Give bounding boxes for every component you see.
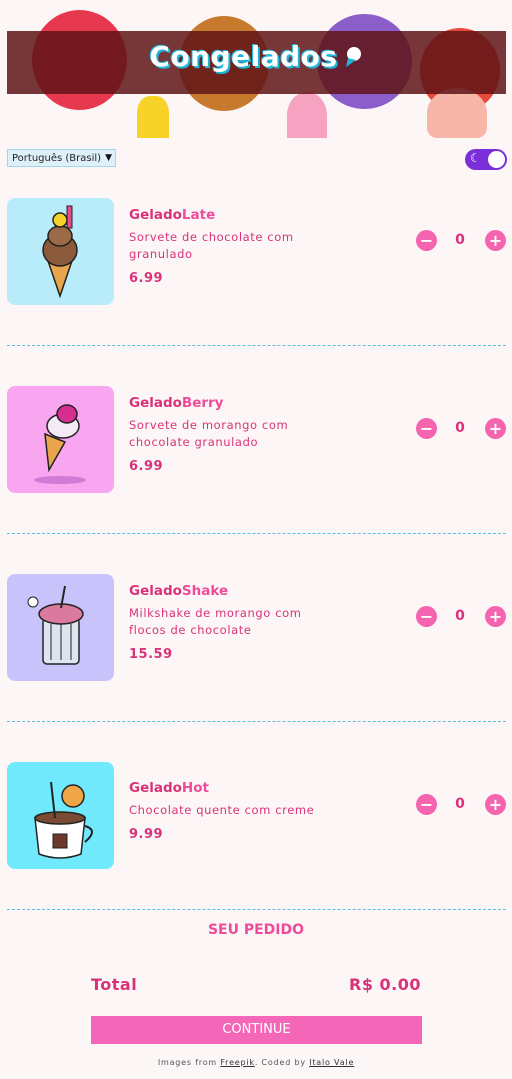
page-title: Congelados [7,40,506,73]
character-illustration [427,88,487,138]
footer-credits: Images from Freepik. Coded by Italo Vale [0,1058,512,1067]
footer-text: Images from [157,1058,221,1067]
milkshake-cup-illustration [27,585,84,665]
decrease-quantity-button[interactable]: − [416,230,437,251]
increase-quantity-button[interactable]: + [485,418,506,439]
product-price: 6.99 [129,271,164,286]
chevron-down-icon: ▼ [105,153,112,163]
language-select-value: Português (Brasil) [12,152,102,164]
dark-mode-toggle[interactable]: ☾ [465,149,507,170]
product-image [7,198,114,305]
product-name: GeladoLate [129,207,216,223]
product-item: GeladoBerry Sorvete de morango com choco… [7,386,506,494]
increase-quantity-button[interactable]: + [485,606,506,627]
language-select[interactable]: Português (Brasil) ▼ [7,149,116,167]
product-divider [7,533,506,534]
banner: Congelados [7,0,506,138]
product-price: 15.59 [129,647,173,662]
ice-cream-cone-illustration [34,404,86,484]
product-name: GeladoHot [129,780,209,796]
candy-illustration [137,96,169,138]
quantity-value: 0 [455,232,465,248]
product-image [7,386,114,493]
quantity-value: 0 [455,796,465,812]
ice-cream-cone-illustration [42,205,78,299]
continue-button[interactable]: CONTINUE [91,1016,422,1044]
product-item: GeladoShake Milkshake de morango com flo… [7,574,506,682]
total-value: R$ 0.00 [349,975,421,994]
hot-chocolate-cup-illustration [34,781,93,859]
product-description: Sorvete de morango com chocolate granula… [129,418,289,449]
total-label: Total [91,975,138,994]
ice-cream-icon [345,47,361,67]
order-title: SEU PEDIDO [207,922,305,938]
quantity-value: 0 [455,420,465,436]
product-description: Chocolate quente com creme [129,803,315,817]
candy-illustration [287,92,327,138]
product-image [7,762,114,869]
product-item: GeladoLate Sorvete de chocolate com gran… [7,198,506,306]
decrease-quantity-button[interactable]: − [416,418,437,439]
product-name: GeladoBerry [129,395,224,411]
product-description: Sorvete de chocolate com granulado [129,230,294,261]
product-divider [7,909,506,910]
footer-text: . Coded by [254,1058,310,1067]
increase-quantity-button[interactable]: + [485,794,506,815]
toggle-knob [488,151,505,168]
moon-icon: ☾ [470,151,481,165]
quantity-value: 0 [455,608,465,624]
author-link[interactable]: Italo Vale [309,1058,354,1067]
product-image [7,574,114,681]
product-divider [7,721,506,722]
page-title-text: Congelados [149,40,338,73]
product-description: Milkshake de morango com flocos de choco… [129,606,302,637]
product-name: GeladoShake [129,583,229,599]
increase-quantity-button[interactable]: + [485,230,506,251]
decrease-quantity-button[interactable]: − [416,606,437,627]
product-price: 9.99 [129,827,164,842]
decrease-quantity-button[interactable]: − [416,794,437,815]
freepik-link[interactable]: Freepik [220,1058,255,1067]
product-divider [7,345,506,346]
product-price: 6.99 [129,459,164,474]
product-item: GeladoHot Chocolate quente com creme 9.9… [7,762,506,870]
